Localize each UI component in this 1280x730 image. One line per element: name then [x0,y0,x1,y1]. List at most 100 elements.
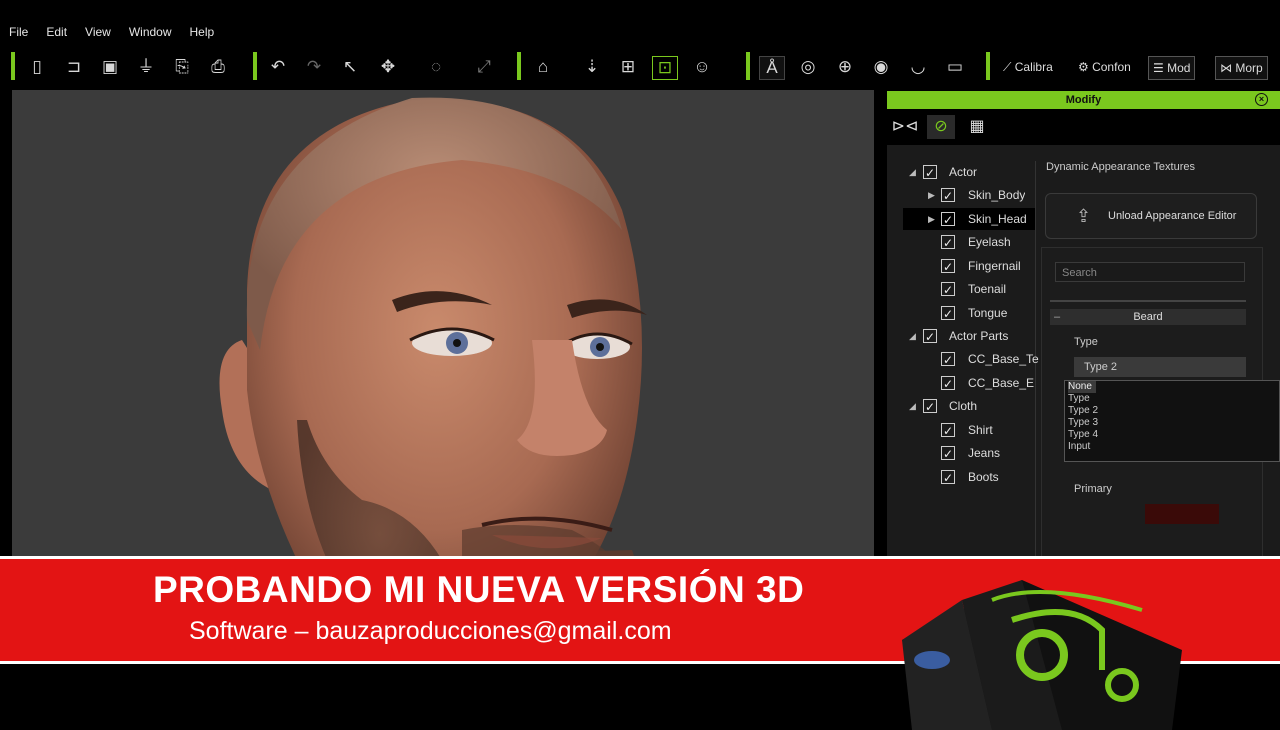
tree-item-actor-parts[interactable]: ◢ Actor Parts [903,325,1035,348]
globe-icon[interactable]: ⊕ [833,56,857,78]
close-icon[interactable]: × [1255,93,1268,106]
pose-tab-icon[interactable]: ⊳⊲ [891,115,919,139]
face-icon[interactable]: ☺ [690,56,714,78]
search-input[interactable]: Search [1055,262,1245,282]
checkbox-icon[interactable] [941,209,955,231]
checkbox-icon[interactable] [941,185,955,207]
collapsed-arrow-icon[interactable]: ▶ [928,208,935,230]
primary-label: Primary [1074,483,1112,495]
tree-item-label: Eyelash [968,235,1011,249]
menu-help[interactable]: Help [181,22,224,42]
checkbox-icon[interactable] [923,162,937,184]
fit-icon[interactable]: ⊞ [616,56,640,78]
checkbox-icon[interactable] [941,256,955,278]
section-header-beard[interactable]: – Beard [1050,309,1246,325]
menu-view[interactable]: View [76,22,120,42]
dropdown-option-type-4[interactable]: Type 4 [1068,429,1098,441]
banner-title: PROBANDO MI NUEVA VERSIÓN 3D [153,569,805,610]
new-file-icon[interactable]: ▯ [25,56,49,78]
menu-file[interactable]: File [0,22,37,42]
eye-icon[interactable]: ◉ [869,56,893,78]
select-arrow-icon[interactable]: ↖ [338,56,362,78]
download-icon[interactable]: ⇣ [580,56,604,78]
lips-icon[interactable]: ◡ [906,56,930,78]
body-icon[interactable]: Å [759,56,785,80]
modify-button[interactable]: ☰ Mod [1148,56,1196,80]
conform-button[interactable]: ⚙ Confon [1078,56,1131,78]
tree-item-label: Tongue [968,306,1008,320]
export-icon[interactable]: ⎘ [170,56,194,78]
checkbox-icon[interactable] [923,326,937,348]
modify-label: Mod [1167,61,1191,75]
tree-item-label: Shirt [968,423,993,437]
dropdown-option-input[interactable]: Input [1068,441,1090,453]
tree-item-label: Skin_Body [968,188,1026,202]
type-select[interactable]: Type 2 [1074,357,1246,377]
checkbox-icon[interactable] [923,396,937,418]
checkbox-icon[interactable] [941,279,955,301]
pick-icon[interactable]: ⊡ [652,56,678,80]
tree-item-toenail[interactable]: Toenail [903,278,1035,301]
menu-window[interactable]: Window [120,22,181,42]
move-icon[interactable]: ✥ [376,56,400,78]
save-icon[interactable]: ▣ [98,56,122,78]
tree-item-label: Actor [949,165,978,179]
tree-item-label: Toenail [968,282,1007,296]
morph-button[interactable]: ⋈ Morp [1215,56,1268,80]
tree-item-skin-head[interactable]: ▶ Skin_Head [903,208,1035,231]
teeth-icon[interactable]: ▭ [943,56,967,78]
tree-item-fingernail[interactable]: Fingernail [903,255,1035,278]
checkbox-icon[interactable] [941,373,955,395]
calibrate-button[interactable]: ⟋ Calibra [1003,56,1053,78]
tree-item-actor[interactable]: ◢ Actor [903,161,1035,184]
checkbox-icon[interactable] [941,303,955,325]
tree-item-jeans[interactable]: Jeans [903,442,1035,465]
texture-tab-icon[interactable]: ▦ [963,115,991,139]
export-settings-icon[interactable]: ⎙ [206,56,230,78]
sliders-icon: ☰ [1153,61,1168,75]
checkbox-icon[interactable] [941,420,955,442]
tree-item-skin-body[interactable]: ▶ Skin_Body [903,184,1035,207]
tree-item-tongue[interactable]: Tongue [903,302,1035,325]
head-icon[interactable]: ◎ [796,56,820,78]
unload-button-label: Unload Appearance Editor [1108,210,1237,222]
unload-appearance-editor-button[interactable]: ⇪ Unload Appearance Editor [1045,193,1257,239]
tree-item-cc-base-te[interactable]: CC_Base_Te [903,348,1039,371]
rotate-icon[interactable]: ◌ [424,56,448,78]
checkbox-icon[interactable] [941,232,955,254]
tree-item-cc-base-e[interactable]: CC_Base_E [903,372,1035,395]
dropdown-option-type-3[interactable]: Type 3 [1068,417,1098,429]
divider [1050,300,1246,302]
scale-icon[interactable]: ⤢ [472,56,496,78]
dropdown-option-none[interactable]: None [1068,381,1096,393]
tree-item-shirt[interactable]: Shirt [903,419,1035,442]
dynamic-textures-title: Dynamic Appearance Textures [1046,161,1195,173]
software-box-logo [902,580,1182,730]
toolbar-separator [253,52,257,80]
primary-color-swatch[interactable] [1145,504,1219,524]
tree-item-boots[interactable]: Boots [903,466,1035,489]
dropdown-option-type[interactable]: Type [1068,393,1090,405]
tree-item-eyelash[interactable]: Eyelash [903,231,1035,254]
home-icon[interactable]: ⌂ [531,56,555,78]
toolbar-separator [11,52,15,80]
open-folder-icon[interactable]: ⊐ [62,56,86,78]
dropdown-option-type-2[interactable]: Type 2 [1068,405,1098,417]
expand-arrow-icon[interactable]: ◢ [909,161,916,183]
tree-item-label: Fingernail [968,259,1021,273]
checkbox-icon[interactable] [941,467,955,489]
tree-item-label: Jeans [968,446,1001,460]
expand-arrow-icon[interactable]: ◢ [909,395,916,417]
menu-edit[interactable]: Edit [37,22,76,42]
collapsed-arrow-icon[interactable]: ▶ [928,184,935,206]
checkbox-icon[interactable] [941,349,955,371]
undo-icon[interactable]: ↶ [266,56,290,78]
tree-item-cloth[interactable]: ◢ Cloth [903,395,1035,418]
expand-arrow-icon[interactable]: ◢ [909,325,916,347]
checkbox-icon[interactable] [941,443,955,465]
redo-icon[interactable]: ↷ [302,56,326,78]
import-icon[interactable]: ⏚ [134,56,158,78]
material-tab-icon[interactable]: ⊘ [927,115,955,139]
morph-label: Morp [1235,61,1263,75]
tree-item-label: Boots [968,470,999,484]
